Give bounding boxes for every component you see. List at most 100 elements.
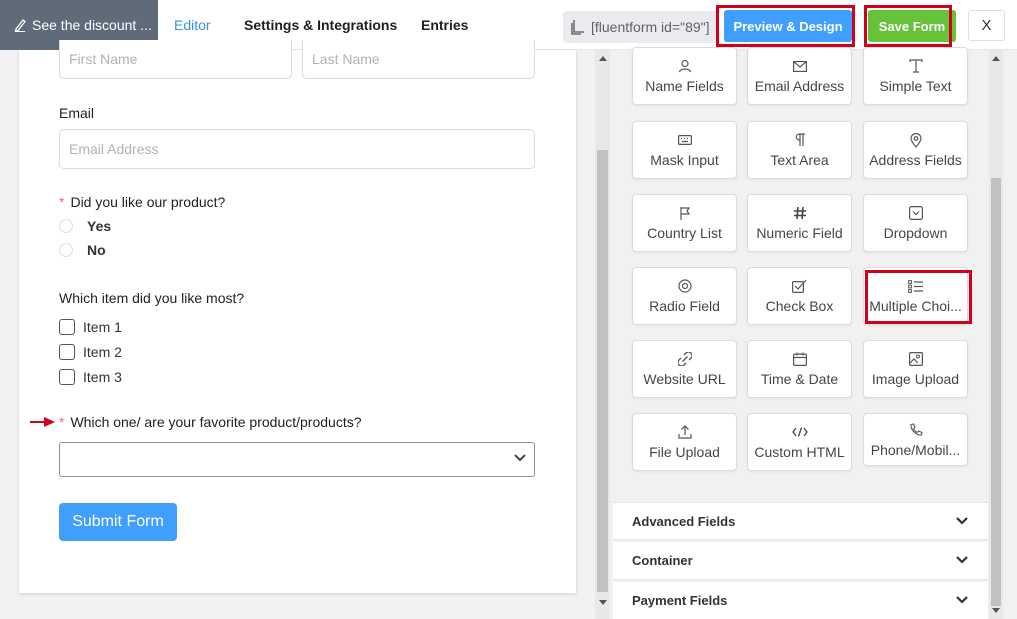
field-card-website-url[interactable]: Website URL [632,340,737,398]
email-label: Email [59,105,95,121]
field-card-radio[interactable]: Radio Field [632,267,737,325]
checkbox-icon [792,278,807,294]
field-card-label: Dropdown [883,225,948,241]
field-card-label: Phone/Mobil... [870,441,961,458]
section-container[interactable]: Container [613,542,988,580]
question-favorite-label: * Which one/ are your favorite product/pr… [59,414,362,430]
email-input[interactable]: Email Address [59,129,535,169]
last-name-input[interactable]: Last Name [302,40,535,79]
field-card-label: File Upload [649,444,720,460]
scroll-down-icon[interactable] [992,608,1000,613]
radio-circle[interactable] [59,243,73,257]
field-card-name[interactable]: Name Fields [632,47,737,105]
keyboard-icon [677,132,692,148]
checkbox-item-3[interactable]: Item 3 [59,369,122,385]
field-card-label: Country List [647,225,722,241]
field-card-image-upload[interactable]: Image Upload [863,340,968,398]
field-card-label: Image Upload [871,371,960,387]
submit-form-button[interactable]: Submit Form [59,503,177,541]
field-card-label: Mask Input [650,152,719,168]
checkbox-label: Item 2 [83,344,122,360]
field-card-label: Simple Text [879,78,952,94]
radio-circle[interactable] [59,219,73,233]
first-name-input[interactable]: First Name [59,40,292,79]
close-button[interactable]: X [968,10,1005,41]
list-icon [908,278,923,294]
link-icon [677,351,692,367]
field-card-custom-html[interactable]: Custom HTML [747,413,852,471]
panel-scrollbar-thumb[interactable] [991,178,1001,606]
calendar-icon [792,351,807,367]
field-card-label: Radio Field [649,298,720,314]
save-form-button[interactable]: Save Form [868,10,956,42]
favorite-product-select[interactable] [59,442,535,477]
chevron-down-icon [956,517,968,525]
upload-icon [677,424,692,440]
section-label: Advanced Fields [632,513,736,529]
checkbox[interactable] [59,344,75,360]
field-card-email[interactable]: Email Address [747,47,852,105]
field-card-label: Time & Date [760,371,839,387]
field-card-simple-text[interactable]: Simple Text [863,47,968,105]
checkbox[interactable] [59,319,75,335]
checkbox-item-1[interactable]: Item 1 [59,319,122,335]
radio-icon [677,278,692,294]
form-canvas: First Name Last Name Email Email Address… [19,40,576,593]
scroll-up-icon[interactable] [992,56,1000,61]
chevron-down-icon [956,596,968,604]
field-card-text-area[interactable]: Text Area [747,121,852,179]
shortcode-copy[interactable]: [fluentform id="89"] [563,11,718,43]
map-pin-icon [909,132,922,148]
arrow-pointer-icon [30,417,55,427]
radio-label: No [87,242,106,258]
pencil-icon [14,19,26,32]
checkbox-label: Item 3 [83,369,122,385]
tab-editor-label: Editor [174,17,211,33]
dropdown-icon [908,205,923,221]
field-card-label: Email Address [754,78,845,94]
field-card-checkbox[interactable]: Check Box [747,267,852,325]
field-card-mask-input[interactable]: Mask Input [632,121,737,179]
field-card-label: Text Area [770,152,829,168]
checkbox-item-2[interactable]: Item 2 [59,344,122,360]
radio-option-yes[interactable]: Yes [59,218,111,234]
section-label: Container [632,553,693,568]
scroll-down-icon[interactable] [599,600,607,605]
hash-icon [793,205,807,221]
question-product-label: * Did you like our product? [59,194,226,210]
question-product-text: Did you like our product? [70,194,226,210]
checkbox[interactable] [59,369,75,385]
discount-label: See the discount ... [32,17,152,33]
field-card-label: Check Box [765,298,834,314]
shortcode-text: [fluentform id="89"] [591,19,710,35]
image-icon [908,351,923,367]
field-card-time-date[interactable]: Time & Date [747,340,852,398]
radio-option-no[interactable]: No [59,242,106,258]
checkbox-label: Item 1 [83,319,122,335]
question-favorite-text: Which one/ are your favorite product/pro… [70,414,362,430]
field-card-file-upload[interactable]: File Upload [632,413,737,471]
section-payment-fields[interactable]: Payment Fields [613,582,988,619]
field-card-multiple-choice[interactable]: Multiple Choi... [863,267,968,325]
copy-icon [571,20,584,35]
chevron-down-icon [956,556,968,564]
field-card-label: Multiple Choi... [869,298,962,314]
field-card-country-list[interactable]: Country List [632,194,737,252]
canvas-scrollbar-thumb[interactable] [597,150,608,592]
envelope-icon [792,58,807,74]
field-card-numeric[interactable]: Numeric Field [747,194,852,252]
phone-icon [909,422,923,438]
chevron-down-icon [514,454,526,462]
code-icon [791,424,808,440]
field-card-dropdown[interactable]: Dropdown [863,194,968,252]
tab-settings-label: Settings & Integrations [244,17,398,33]
tab-entries-label: Entries [421,17,469,33]
preview-design-button[interactable]: Preview & Design [724,10,852,42]
text-cursor-icon [908,58,923,74]
scroll-up-icon[interactable] [599,56,607,61]
section-advanced-fields[interactable]: Advanced Fields [613,502,988,540]
paragraph-icon [794,132,806,148]
field-card-phone[interactable]: Phone/Mobil... [863,413,968,466]
field-card-address[interactable]: Address Fields [863,121,968,179]
radio-label: Yes [87,218,112,234]
